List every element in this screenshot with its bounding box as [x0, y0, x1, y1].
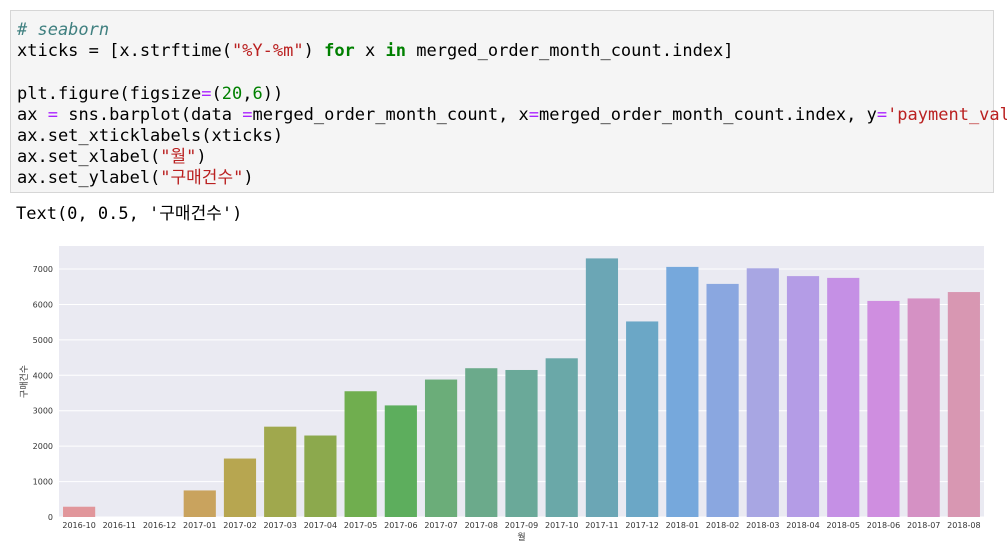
code-token: ax: [17, 104, 48, 125]
bar: [465, 368, 498, 517]
bar: [585, 258, 619, 517]
code-token: merged_order_month_count.index, y: [539, 104, 877, 125]
code-token: ax.set_xlabel(: [17, 147, 161, 168]
bar: [344, 391, 377, 517]
x-tick-label: 2017-03: [263, 521, 296, 530]
code-string: 'payment_value': [887, 104, 1007, 125]
code-token: merged_order_month_count.index]: [406, 41, 734, 62]
code-operator: =: [876, 104, 888, 125]
x-tick-label: 2018-02: [706, 521, 739, 530]
x-tick-label: 2018-08: [947, 521, 980, 530]
code-line-5: ax = sns.barplot(data =merged_order_mont…: [17, 104, 1007, 126]
code-line-7: ax.set_xlabel("월"): [17, 147, 993, 168]
bar: [264, 426, 297, 517]
y-tick-label: 3000: [33, 407, 53, 416]
code-token: ,: [242, 83, 253, 104]
x-tick-label: 2017-08: [465, 521, 498, 530]
x-tick-label: 2016-11: [103, 521, 136, 530]
x-tick-label: 2018-05: [827, 521, 860, 530]
y-tick-label: 5000: [33, 336, 53, 345]
chart-output: 0 1000 2000 3000 4000 5000 6000 7000 2016-10 2016…: [0, 240, 1007, 552]
code-number: 6: [252, 83, 263, 104]
bar: [384, 405, 417, 517]
bar: [947, 292, 980, 517]
code-number: 20: [221, 83, 243, 104]
code-token: ): [243, 168, 254, 189]
bar: [706, 283, 739, 517]
bar: [626, 321, 659, 517]
x-tick-label: 2017-06: [384, 521, 417, 530]
code-operator: =: [47, 104, 58, 125]
y-tick-label: 0: [48, 513, 53, 522]
x-tick-label: 2018-03: [746, 521, 779, 530]
code-token: x: [354, 41, 386, 62]
code-line-4: plt.figure(figsize=(20,6)): [17, 84, 993, 105]
code-string: "구매건수": [160, 168, 244, 189]
bar: [223, 458, 257, 517]
bar-chart: 0 1000 2000 3000 4000 5000 6000 7000 2016-10 2016…: [19, 246, 984, 543]
x-tick-label: 2018-06: [867, 521, 900, 530]
bar: [424, 379, 458, 517]
code-operator: =: [242, 104, 253, 125]
code-line-1: # seaborn: [17, 20, 993, 41]
code-token: )): [262, 83, 284, 104]
x-tick-label: 2017-10: [545, 521, 578, 530]
bar: [907, 298, 940, 517]
code-comment: # seaborn: [17, 20, 110, 40]
code-token: ): [196, 147, 207, 168]
bar: [867, 300, 900, 517]
bar: [304, 435, 337, 517]
x-tick-label: 2017-12: [625, 521, 658, 530]
y-tick-label: 7000: [33, 265, 53, 274]
code-line-8: ax.set_ylabel("구매건수"): [17, 168, 993, 189]
cell-output-text: Text(0, 0.5, '구매건수'): [16, 204, 243, 224]
x-tick-label: 2017-11: [585, 521, 618, 530]
y-tick-label: 6000: [33, 300, 53, 309]
x-tick-label: 2018-07: [907, 521, 940, 530]
code-cell[interactable]: # seaborn xticks = [x.strftime("%Y-%m") …: [10, 10, 1007, 193]
code-token: ): [303, 41, 325, 62]
x-tick-label: 2018-04: [786, 521, 819, 530]
code-line-6: ax.set_xticklabels(xticks): [17, 126, 993, 147]
bar: [746, 268, 779, 517]
code-keyword: in: [385, 41, 406, 62]
code-token: plt.figure(figsize: [17, 83, 202, 104]
y-axis-label: 구매건수: [19, 365, 30, 398]
code-token: ax.set_xticklabels(xticks): [17, 125, 284, 146]
y-tick-label: 2000: [33, 442, 53, 451]
x-tick-label: 2017-02: [223, 521, 256, 530]
x-tick-label: 2017-05: [344, 521, 377, 530]
x-axis-label: 월: [517, 531, 525, 543]
code-line-2: xticks = [x.strftime("%Y-%m") for x in m…: [17, 41, 993, 62]
bar: [183, 490, 216, 517]
code-token: (: [211, 83, 222, 104]
x-tick-label: 2016-10: [62, 521, 95, 530]
x-tick-label: 2017-09: [505, 521, 538, 530]
bar: [63, 506, 96, 517]
code-string: "월": [160, 147, 197, 168]
bar: [786, 276, 820, 517]
x-tick-label: 2018-01: [666, 521, 699, 530]
code-token: ax.set_ylabel(: [17, 168, 161, 189]
bar: [666, 266, 699, 517]
x-tick-label: 2017-07: [424, 521, 457, 530]
code-operator: =: [528, 104, 540, 125]
bar: [545, 358, 578, 517]
code-token: merged_order_month_count, x: [252, 104, 529, 125]
code-string: "%Y-%m": [231, 41, 304, 62]
bar: [827, 277, 860, 517]
x-tick-label: 2017-01: [183, 521, 216, 530]
code-keyword: for: [324, 41, 355, 62]
y-tick-label: 4000: [33, 371, 53, 380]
x-tick-label: 2017-04: [304, 521, 337, 530]
x-tick-label: 2016-12: [143, 521, 176, 530]
bar: [505, 369, 538, 517]
code-token: xticks = [x.strftime(: [17, 41, 232, 62]
y-tick-label: 1000: [33, 478, 53, 487]
code-operator: =: [201, 83, 212, 104]
code-token: sns.barplot(data: [57, 104, 243, 125]
